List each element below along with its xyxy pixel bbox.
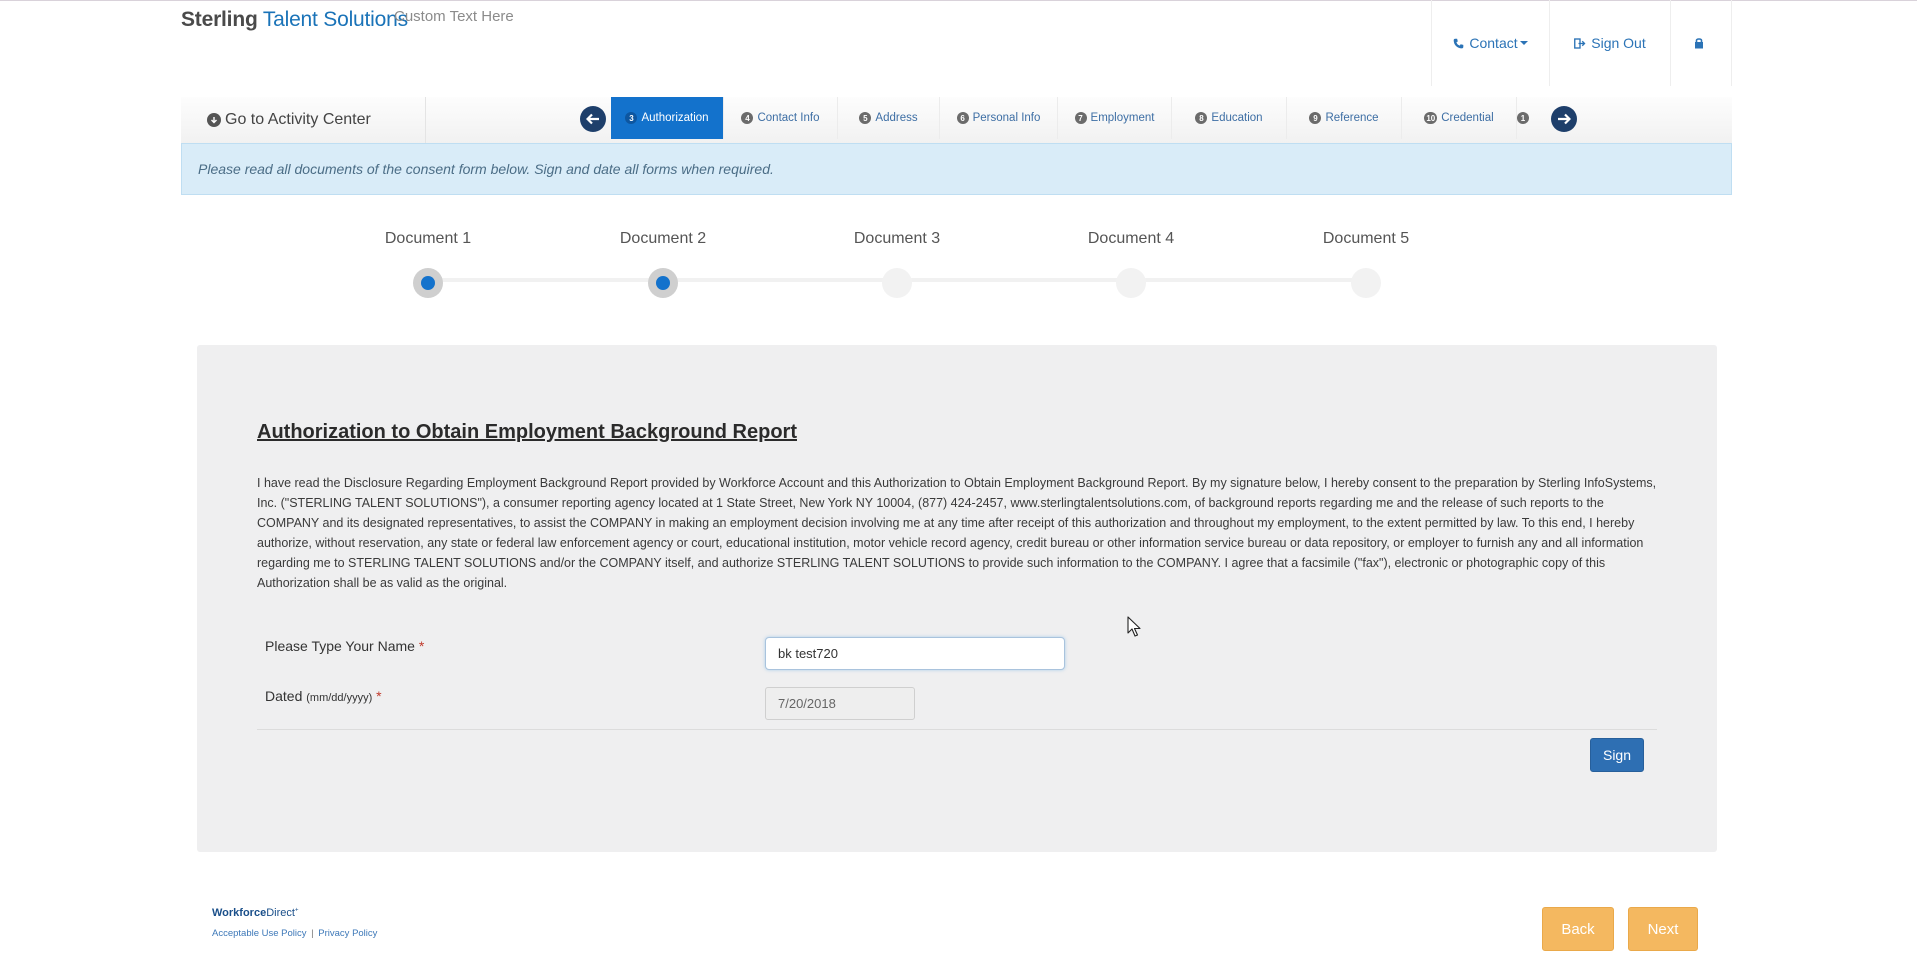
required-marker: * — [418, 638, 425, 654]
form-divider — [257, 729, 1657, 730]
contact-label: Contact — [1469, 35, 1518, 51]
document-label: Document 4 — [1087, 230, 1175, 247]
step-tab-partial[interactable]: 1 — [1517, 97, 1535, 139]
step-label: Authorization — [641, 112, 709, 124]
steps-scroll-right-button[interactable] — [1551, 106, 1577, 132]
step-label: Education — [1211, 112, 1263, 124]
document-step-4[interactable]: Document 4 — [1041, 230, 1221, 298]
step-number: 7 — [1074, 112, 1087, 124]
privacy-policy-link[interactable]: Privacy Policy — [318, 928, 377, 939]
step-dot-pending — [882, 268, 912, 298]
document-label: Document 5 — [1322, 230, 1410, 247]
sign-out-link[interactable]: Sign Out — [1549, 0, 1670, 86]
consent-text: I have read the Disclosure Regarding Emp… — [257, 476, 1657, 590]
arrow-right-icon — [1558, 113, 1571, 125]
chevron-down-icon — [1519, 41, 1528, 45]
step-dot-completed — [648, 268, 678, 298]
name-input[interactable] — [765, 637, 1065, 670]
activity-center-label: Go to Activity Center — [225, 111, 371, 128]
instructions-alert: Please read all documents of the consent… — [181, 143, 1732, 195]
step-tab-contact-info[interactable]: 4 Contact Info — [724, 97, 838, 139]
step-label: Reference — [1325, 112, 1379, 124]
custom-header-text: Custom Text Here — [394, 8, 514, 25]
link-separator: | — [311, 928, 314, 939]
required-marker: * — [376, 688, 382, 704]
name-field-label: Please Type Your Name * — [265, 638, 424, 654]
step-number: 6 — [956, 112, 969, 124]
document-step-2[interactable]: Document 2 — [573, 230, 753, 298]
step-number: 5 — [859, 112, 872, 124]
step-label: Credential — [1441, 112, 1494, 124]
brand-name-part1: Sterling — [181, 8, 258, 31]
step-tab-credential[interactable]: 10 Credential — [1402, 97, 1517, 139]
lock-icon — [1694, 38, 1703, 49]
step-label: Personal Info — [972, 112, 1041, 124]
footer-links: Acceptable Use Policy | Privacy Policy — [212, 928, 377, 939]
sign-out-icon — [1574, 37, 1586, 49]
logo-part1: Workforce — [212, 907, 267, 919]
date-field — [765, 687, 915, 720]
logo-trademark: + — [294, 907, 299, 914]
brand-logo[interactable]: Sterling Talent Solutions — [181, 8, 408, 32]
step-number: 3 — [625, 112, 638, 124]
document-label: Document 2 — [619, 230, 707, 247]
step-dot-pending — [1116, 268, 1146, 298]
step-tab-authorization[interactable]: 3 Authorization — [611, 97, 724, 139]
workforce-direct-logo: WorkforceDirect+ — [212, 907, 298, 919]
document-step-1[interactable]: Document 1 — [338, 230, 518, 298]
circle-arrow-down-icon — [207, 113, 221, 127]
brand-name-part2: Talent Solutions — [257, 8, 408, 31]
step-label: Employment — [1090, 112, 1155, 124]
step-tab-education[interactable]: 8 Education — [1172, 97, 1287, 139]
step-number: 8 — [1195, 112, 1208, 124]
step-label: Contact Info — [757, 112, 820, 124]
go-to-activity-center-link[interactable]: Go to Activity Center — [181, 97, 426, 143]
document-step-5[interactable]: Document 5 — [1276, 230, 1456, 298]
sign-out-label: Sign Out — [1591, 35, 1646, 51]
step-number: 9 — [1309, 112, 1322, 124]
sign-button[interactable]: Sign — [1590, 738, 1644, 772]
alert-text: Please read all documents of the consent… — [198, 161, 774, 177]
acceptable-use-policy-link[interactable]: Acceptable Use Policy — [212, 928, 307, 939]
step-label: Address — [875, 112, 918, 124]
step-tab-address[interactable]: 5 Address — [838, 97, 940, 139]
logo-part2: Direct — [266, 907, 295, 919]
step-number: 4 — [741, 112, 754, 124]
steps-scroll-left-button[interactable] — [580, 106, 606, 132]
arrow-left-icon — [586, 113, 599, 125]
step-dot-completed — [413, 268, 443, 298]
step-dot-pending — [1351, 268, 1381, 298]
document-step-3[interactable]: Document 3 — [807, 230, 987, 298]
next-button[interactable]: Next — [1628, 907, 1698, 951]
step-tab-reference[interactable]: 9 Reference — [1287, 97, 1402, 139]
step-tab-employment[interactable]: 7 Employment — [1058, 97, 1172, 139]
date-format-hint: (mm/dd/yyyy) — [306, 692, 373, 704]
date-field-label: Dated (mm/dd/yyyy) * — [265, 688, 382, 704]
mouse-cursor-icon — [1127, 616, 1141, 637]
phone-icon — [1454, 38, 1464, 48]
step-tabs: 3 Authorization 4 Contact Info 5 Address 6P… — [611, 97, 1535, 139]
step-number: 10 — [1424, 112, 1438, 124]
document-progress: Document 1 Document 2 Document 3 Documen… — [0, 230, 1917, 300]
name-label-text: Please Type Your Name — [265, 638, 415, 654]
step-tab-personal-info[interactable]: 6 Personal Info — [940, 97, 1058, 139]
document-label: Document 1 — [384, 230, 472, 247]
form-title: Authorization to Obtain Employment Backg… — [257, 421, 797, 443]
lock-button[interactable] — [1670, 0, 1732, 86]
contact-dropdown[interactable]: Contact — [1431, 0, 1549, 86]
date-label-text: Dated — [265, 688, 303, 704]
document-label: Document 3 — [853, 230, 941, 247]
step-number: 1 — [1517, 112, 1529, 124]
back-button[interactable]: Back — [1542, 907, 1614, 951]
